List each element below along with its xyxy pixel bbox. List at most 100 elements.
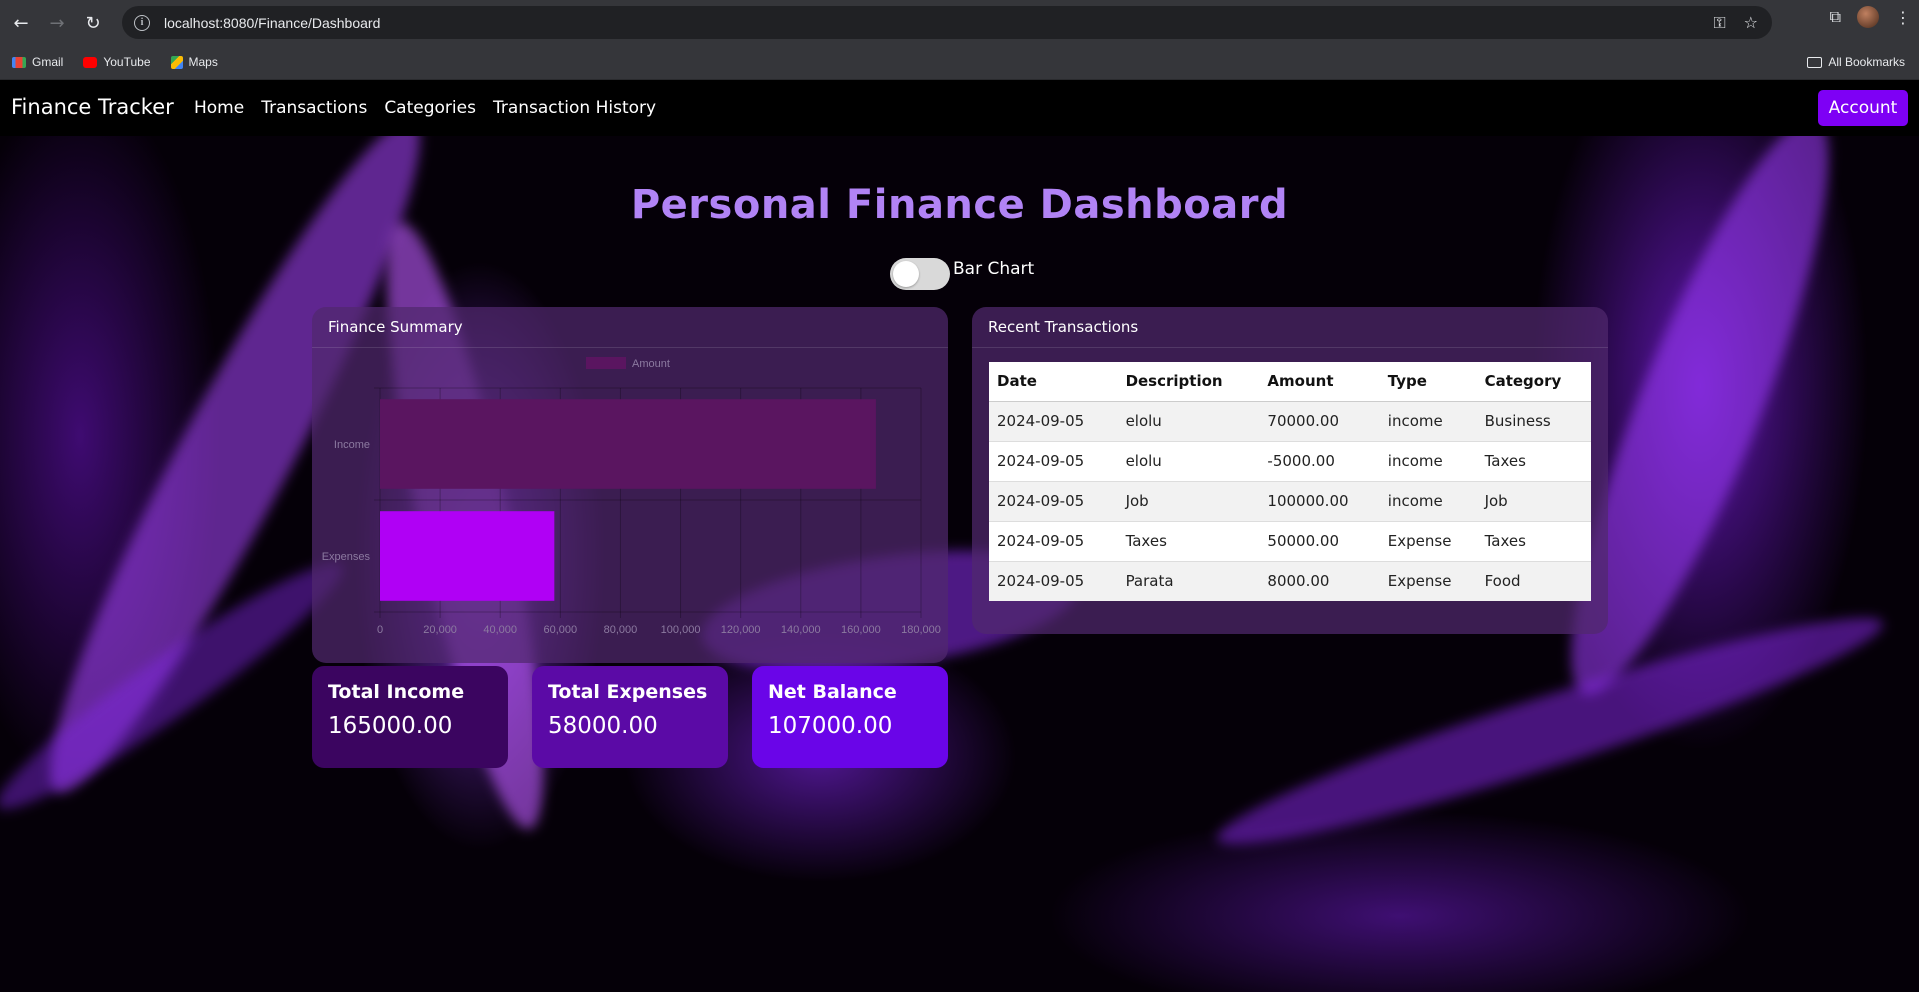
bookmarks-bar: Gmail YouTube Maps All Bookmarks — [0, 45, 1919, 80]
table-cell: 70000.00 — [1259, 400, 1380, 441]
reload-button[interactable]: ↻ — [76, 6, 110, 40]
table-cell: 2024-09-05 — [989, 400, 1118, 441]
table-cell: 100000.00 — [1259, 480, 1380, 521]
table-cell: 2024-09-05 — [989, 480, 1118, 521]
table-cell: Expense — [1379, 560, 1477, 601]
table-cell: 2024-09-05 — [989, 560, 1118, 601]
all-bookmarks-label: All Bookmarks — [1828, 55, 1905, 69]
site-info-icon[interactable]: i — [134, 14, 150, 31]
legend-swatch — [586, 357, 626, 369]
menu-kebab-icon[interactable]: ⋮ — [1895, 8, 1911, 27]
bookmark-youtube[interactable]: YouTube — [83, 55, 151, 69]
folder-icon — [1807, 56, 1823, 68]
x-tick-label: 20,000 — [423, 624, 457, 636]
key-icon[interactable]: ⚿ — [1713, 13, 1725, 33]
table-cell: -5000.00 — [1259, 440, 1380, 481]
table-row: 2024-09-05 elolu 70000.00 income Busines… — [989, 400, 1591, 441]
column-header: Description — [1117, 362, 1260, 402]
nav-transactions[interactable]: Transactions — [261, 98, 367, 118]
total-income-value: 165000.00 — [328, 713, 453, 739]
column-header: Category — [1476, 362, 1591, 402]
total-expenses-label: Total Expenses — [548, 681, 708, 703]
table-cell: Parata — [1117, 560, 1260, 601]
finance-summary-card: Finance Summary 0 20,000 40,000 60,000 80,00… — [312, 307, 948, 663]
column-header: Amount — [1259, 362, 1380, 402]
table-cell: 2024-09-05 — [989, 440, 1118, 481]
x-tick-label: 120,000 — [721, 624, 761, 636]
finance-summary-title: Finance Summary — [312, 307, 948, 348]
net-balance-value: 107000.00 — [768, 713, 893, 739]
x-tick-label: 0 — [377, 624, 383, 636]
table-header-row: Date Description Amount Type Category — [989, 362, 1591, 402]
bookmark-maps[interactable]: Maps — [170, 55, 218, 69]
all-bookmarks-button[interactable]: All Bookmarks — [1807, 55, 1905, 69]
total-income-label: Total Income — [328, 681, 465, 703]
x-tick-label: 100,000 — [661, 624, 701, 636]
gmail-icon — [12, 56, 26, 68]
column-header: Date — [989, 362, 1118, 402]
account-button[interactable]: Account — [1818, 90, 1908, 126]
table-cell: 2024-09-05 — [989, 520, 1118, 561]
toggle-knob[interactable] — [893, 261, 919, 287]
app-navbar: Finance Tracker Home Transactions Catego… — [0, 81, 1919, 136]
table-cell: income — [1379, 400, 1477, 441]
transactions-table: Date Description Amount Type Category 20… — [989, 362, 1591, 601]
profile-avatar[interactable] — [1857, 6, 1879, 28]
back-button[interactable]: ← — [4, 6, 38, 40]
table-cell: 50000.00 — [1259, 520, 1380, 561]
table-cell: 8000.00 — [1259, 560, 1380, 601]
page-title: Personal Finance Dashboard — [630, 182, 1289, 228]
table-row: 2024-09-05 elolu -5000.00 income Taxes — [989, 440, 1591, 481]
table-cell: Business — [1476, 400, 1591, 441]
recent-transactions-title: Recent Transactions — [972, 307, 1608, 348]
url-text: localhost:8080/Finance/Dashboard — [164, 14, 381, 31]
x-tick-label: 180,000 — [901, 624, 941, 636]
nav-transaction-history[interactable]: Transaction History — [493, 98, 656, 118]
address-bar[interactable]: i localhost:8080/Finance/Dashboard ⚿ ☆ — [122, 6, 1772, 39]
table-cell: Taxes — [1476, 520, 1591, 561]
table-cell: Taxes — [1117, 520, 1260, 561]
bookmark-label: YouTube — [103, 55, 151, 69]
x-tick-label: 40,000 — [483, 624, 517, 636]
browser-toolbar: ← → ↻ i localhost:8080/Finance/Dashboard… — [0, 0, 1919, 45]
table-cell: Job — [1476, 480, 1591, 521]
maps-icon — [170, 55, 183, 69]
bookmark-label: Maps — [188, 55, 218, 69]
bookmark-gmail[interactable]: Gmail — [12, 55, 63, 69]
chart-type-toggle[interactable] — [890, 258, 950, 290]
x-tick-label: 80,000 — [604, 624, 638, 636]
table-cell: income — [1379, 480, 1477, 521]
x-tick-label: 140,000 — [781, 624, 821, 636]
finance-bar-chart: 0 20,000 40,000 60,000 80,000 100,000 120,000 1… — [322, 357, 941, 636]
youtube-icon — [83, 56, 98, 68]
dashboard-page: Personal Finance Dashboard Bar Chart Fin… — [0, 136, 1919, 992]
net-balance-card: Net Balance 107000.00 — [752, 666, 948, 768]
total-expenses-value: 58000.00 — [548, 713, 658, 739]
table-cell: Job — [1117, 480, 1260, 521]
bar-income — [380, 399, 876, 489]
x-tick-label: 160,000 — [841, 624, 881, 636]
table-cell: income — [1379, 440, 1477, 481]
table-cell: Expense — [1379, 520, 1477, 561]
column-header: Type — [1379, 362, 1477, 402]
bookmark-star-icon[interactable]: ☆ — [1744, 13, 1758, 33]
recent-transactions-card: Recent Transactions Date Description Amo… — [972, 307, 1608, 634]
table-row: 2024-09-05 Taxes 50000.00 Expense Taxes — [989, 520, 1591, 561]
legend-label: Amount — [632, 358, 670, 370]
y-category-label: Expenses — [322, 551, 371, 563]
toggle-label: Bar Chart — [953, 259, 1035, 279]
bookmark-label: Gmail — [32, 55, 64, 69]
brand-title[interactable]: Finance Tracker — [11, 95, 174, 119]
table-cell: Food — [1476, 560, 1591, 601]
nav-home[interactable]: Home — [194, 98, 244, 118]
table-row: 2024-09-05 Job 100000.00 income Job — [989, 480, 1591, 521]
x-tick-label: 60,000 — [544, 624, 578, 636]
extensions-icon[interactable]: ⧉ — [1830, 7, 1841, 27]
total-expenses-card: Total Expenses 58000.00 — [532, 666, 728, 768]
forward-button[interactable]: → — [40, 6, 74, 40]
nav-categories[interactable]: Categories — [384, 98, 476, 118]
table-cell: elolu — [1117, 400, 1260, 441]
total-income-card: Total Income 165000.00 — [312, 666, 508, 768]
table-cell: elolu — [1117, 440, 1260, 481]
table-row: 2024-09-05 Parata 8000.00 Expense Food — [989, 560, 1591, 601]
